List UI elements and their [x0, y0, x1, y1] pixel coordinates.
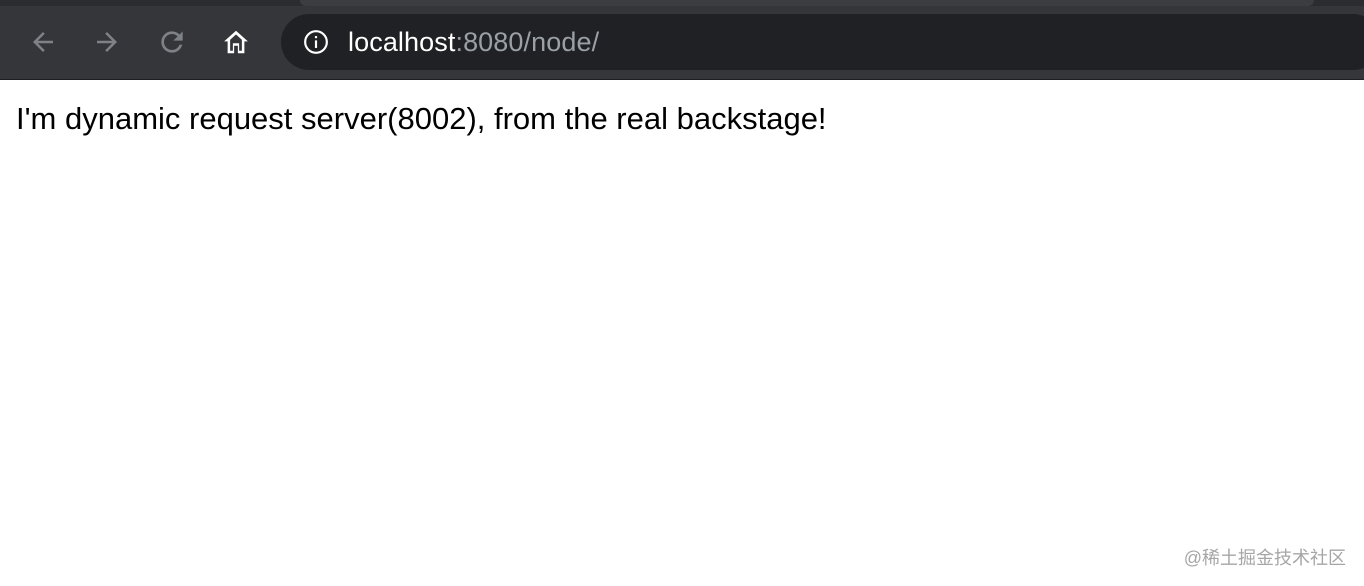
address-bar[interactable]: localhost:8080/node/	[281, 14, 1364, 70]
watermark: @稀土掘金技术社区	[1183, 548, 1346, 568]
home-icon	[224, 30, 248, 54]
info-icon[interactable]	[303, 29, 329, 55]
forward-button[interactable]	[87, 22, 127, 62]
reload-button[interactable]	[152, 22, 192, 62]
back-button[interactable]	[23, 22, 63, 62]
browser-toolbar: localhost:8080/node/	[0, 0, 1364, 80]
reload-icon	[161, 31, 183, 53]
url-host: localhost	[348, 27, 456, 57]
url-text[interactable]: localhost:8080/node/	[348, 25, 599, 59]
arrow-right-icon	[97, 32, 117, 52]
url-path: :8080/node/	[455, 27, 600, 57]
home-button[interactable]	[216, 22, 256, 62]
arrow-left-icon	[33, 32, 53, 52]
page-body-text: I'm dynamic request server(8002), from t…	[16, 101, 827, 136]
tab-strip-hint	[300, 0, 1314, 6]
tab-strip-edge	[0, 0, 1364, 6]
